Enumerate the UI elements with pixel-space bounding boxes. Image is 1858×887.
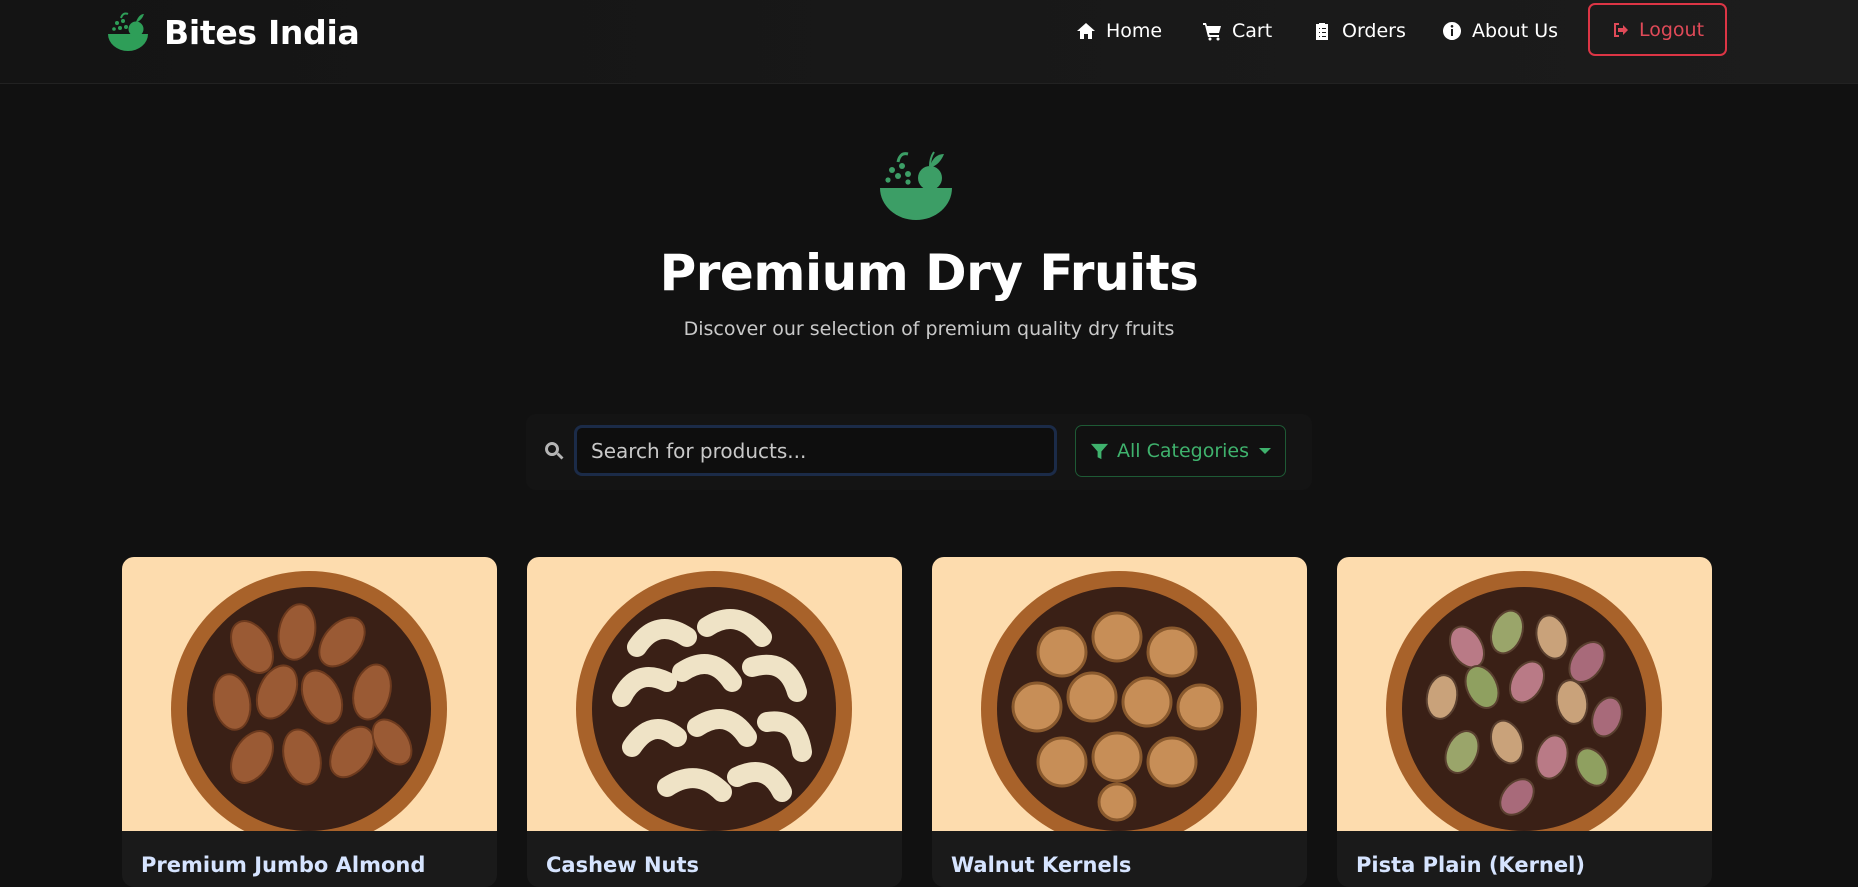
product-card[interactable]: Pista Plain (Kernel) <box>1337 557 1712 887</box>
logout-button[interactable]: Logout <box>1588 3 1727 56</box>
filter-icon <box>1090 443 1109 459</box>
hero-title: Premium Dry Fruits <box>659 244 1199 302</box>
product-name: Walnut Kernels <box>951 853 1132 877</box>
fruit-bowl-logo-icon <box>108 12 148 51</box>
sign-out-icon <box>1613 22 1628 37</box>
info-circle-icon <box>1443 22 1462 40</box>
nav-home[interactable]: Home <box>1076 20 1162 42</box>
product-image-walnuts <box>932 557 1307 831</box>
navbar: Bites India Home Cart Orders About Us Lo… <box>0 0 1858 84</box>
brand-link[interactable]: Bites India <box>106 8 360 56</box>
chevron-down-icon <box>1259 448 1271 454</box>
product-card[interactable]: Cashew Nuts <box>527 557 902 887</box>
logout-label: Logout <box>1638 18 1705 41</box>
nav-home-label: Home <box>1106 20 1163 42</box>
search-icon <box>545 442 564 460</box>
product-card[interactable]: Premium Jumbo Almond <box>122 557 497 887</box>
product-image-cashews <box>527 557 902 831</box>
clipboard-list-icon <box>1316 23 1328 40</box>
product-image-almonds <box>122 557 497 831</box>
product-name: Pista Plain (Kernel) <box>1356 853 1585 877</box>
nav-orders[interactable]: Orders <box>1312 20 1406 42</box>
product-name: Premium Jumbo Almond <box>141 853 426 877</box>
fruit-bowl-hero-icon <box>880 151 952 220</box>
product-card[interactable]: Walnut Kernels <box>932 557 1307 887</box>
product-name: Cashew Nuts <box>546 853 700 877</box>
home-icon <box>1077 23 1095 39</box>
nav-about[interactable]: About Us <box>1442 20 1558 42</box>
nav-about-label: About Us <box>1472 20 1559 42</box>
hero-subtitle: Discover our selection of premium qualit… <box>683 318 1175 340</box>
nav-cart[interactable]: Cart <box>1202 20 1272 42</box>
nav-orders-label: Orders <box>1342 20 1406 42</box>
nav-cart-label: Cart <box>1232 20 1273 42</box>
brand-name: Bites India <box>164 12 360 52</box>
search-input[interactable] <box>574 425 1057 476</box>
category-dropdown-button[interactable]: All Categories <box>1075 425 1286 477</box>
category-label: All Categories <box>1116 440 1249 462</box>
cart-icon <box>1203 23 1221 41</box>
product-image-pistachios <box>1337 557 1712 831</box>
